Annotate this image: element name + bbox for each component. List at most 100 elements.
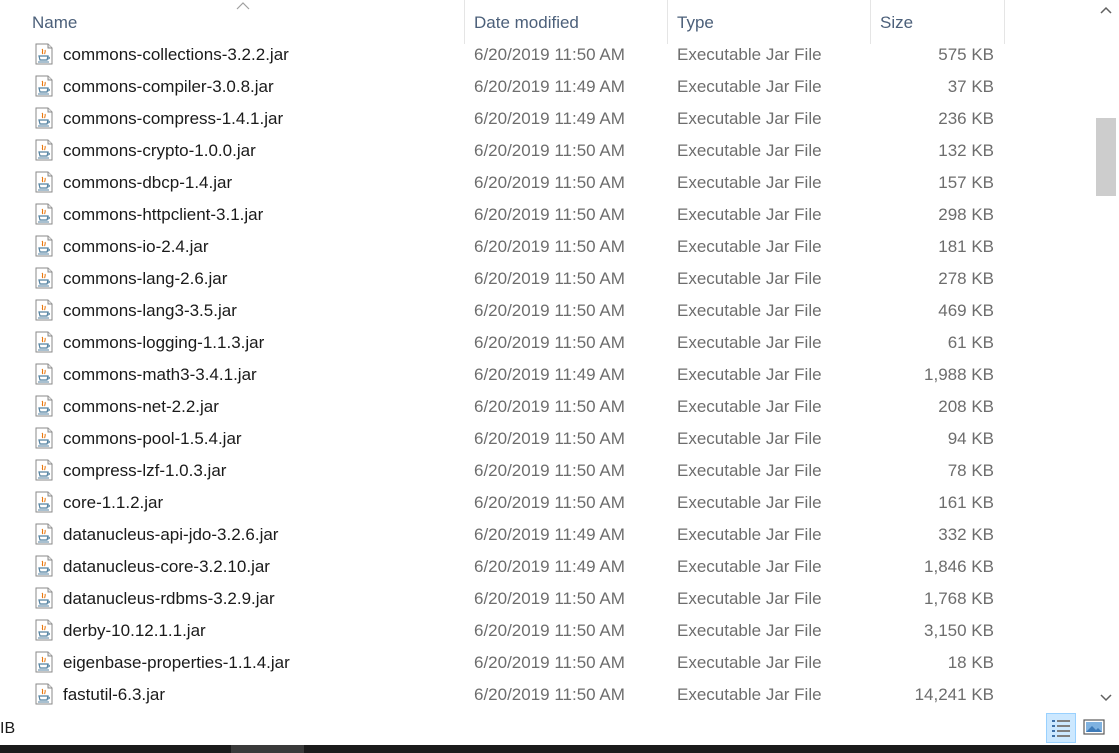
file-date-modified: 6/20/2019 11:50 AM xyxy=(474,173,625,192)
java-jar-icon xyxy=(35,395,53,417)
file-name: commons-crypto-1.0.0.jar xyxy=(63,141,256,160)
java-jar-icon xyxy=(35,459,53,481)
file-row[interactable]: commons-compress-1.4.1.jar 6/20/2019 11:… xyxy=(0,103,1093,135)
scroll-down-button[interactable] xyxy=(1093,688,1119,708)
java-jar-icon xyxy=(35,555,53,577)
file-date-modified: 6/20/2019 11:49 AM xyxy=(474,77,625,96)
java-jar-icon xyxy=(35,139,53,161)
file-name: compress-lzf-1.0.3.jar xyxy=(63,461,227,480)
file-row[interactable]: commons-logging-1.1.3.jar 6/20/2019 11:5… xyxy=(0,327,1093,359)
file-size: 1,846 KB xyxy=(924,557,994,576)
java-jar-icon xyxy=(35,43,53,65)
file-list: commons-collections-3.2.2.jar 6/20/2019 … xyxy=(0,39,1093,711)
java-jar-icon xyxy=(35,523,53,545)
file-type: Executable Jar File xyxy=(677,333,822,352)
file-size: 181 KB xyxy=(938,237,994,256)
java-jar-icon xyxy=(35,331,53,353)
file-row[interactable]: commons-collections-3.2.2.jar 6/20/2019 … xyxy=(0,39,1093,71)
file-date-modified: 6/20/2019 11:50 AM xyxy=(474,333,625,352)
scroll-up-button[interactable] xyxy=(1093,0,1119,20)
file-row[interactable]: commons-lang3-3.5.jar 6/20/2019 11:50 AM… xyxy=(0,295,1093,327)
column-header-type[interactable]: Type xyxy=(677,0,870,44)
file-type: Executable Jar File xyxy=(677,653,822,672)
taskbar-strip xyxy=(0,745,1119,753)
file-row[interactable]: commons-io-2.4.jar 6/20/2019 11:50 AM Ex… xyxy=(0,231,1093,263)
java-jar-icon xyxy=(35,203,53,225)
column-header-name[interactable]: Name xyxy=(32,0,464,44)
file-name: commons-math3-3.4.1.jar xyxy=(63,365,257,384)
java-jar-icon xyxy=(35,267,53,289)
file-row[interactable]: datanucleus-rdbms-3.2.9.jar 6/20/2019 11… xyxy=(0,583,1093,615)
file-row[interactable]: commons-net-2.2.jar 6/20/2019 11:50 AM E… xyxy=(0,391,1093,423)
file-row[interactable]: commons-math3-3.4.1.jar 6/20/2019 11:49 … xyxy=(0,359,1093,391)
file-date-modified: 6/20/2019 11:50 AM xyxy=(474,237,625,256)
file-row[interactable]: compress-lzf-1.0.3.jar 6/20/2019 11:50 A… xyxy=(0,455,1093,487)
file-type: Executable Jar File xyxy=(677,621,822,640)
file-name: commons-collections-3.2.2.jar xyxy=(63,45,289,64)
column-header-size[interactable]: Size xyxy=(880,0,1004,44)
file-row[interactable]: datanucleus-api-jdo-3.2.6.jar 6/20/2019 … xyxy=(0,519,1093,551)
file-row[interactable]: fastutil-6.3.jar 6/20/2019 11:50 AM Exec… xyxy=(0,679,1093,711)
file-type: Executable Jar File xyxy=(677,45,822,64)
file-date-modified: 6/20/2019 11:49 AM xyxy=(474,525,625,544)
file-date-modified: 6/20/2019 11:50 AM xyxy=(474,45,625,64)
file-name: commons-pool-1.5.4.jar xyxy=(63,429,242,448)
details-view-button[interactable] xyxy=(1046,713,1076,743)
file-type: Executable Jar File xyxy=(677,141,822,160)
taskbar-active-item[interactable] xyxy=(231,745,304,753)
file-name: commons-logging-1.1.3.jar xyxy=(63,333,265,352)
file-row[interactable]: eigenbase-properties-1.1.4.jar 6/20/2019… xyxy=(0,647,1093,679)
file-size: 332 KB xyxy=(938,525,994,544)
file-row[interactable]: commons-pool-1.5.4.jar 6/20/2019 11:50 A… xyxy=(0,423,1093,455)
file-type: Executable Jar File xyxy=(677,397,822,416)
java-jar-icon xyxy=(35,171,53,193)
file-row[interactable]: core-1.1.2.jar 6/20/2019 11:50 AM Execut… xyxy=(0,487,1093,519)
file-size: 94 KB xyxy=(947,429,994,448)
file-row[interactable]: commons-compiler-3.0.8.jar 6/20/2019 11:… xyxy=(0,71,1093,103)
file-date-modified: 6/20/2019 11:50 AM xyxy=(474,493,625,512)
file-date-modified: 6/20/2019 11:50 AM xyxy=(474,269,625,288)
large-icons-view-button[interactable] xyxy=(1080,713,1110,743)
file-name: core-1.1.2.jar xyxy=(63,493,164,512)
file-row[interactable]: commons-dbcp-1.4.jar 6/20/2019 11:50 AM … xyxy=(0,167,1093,199)
file-type: Executable Jar File xyxy=(677,685,822,704)
column-divider[interactable] xyxy=(870,0,871,44)
file-row[interactable]: commons-lang-2.6.jar 6/20/2019 11:50 AM … xyxy=(0,263,1093,295)
file-row[interactable]: datanucleus-core-3.2.10.jar 6/20/2019 11… xyxy=(0,551,1093,583)
scroll-thumb[interactable] xyxy=(1096,118,1116,196)
file-date-modified: 6/20/2019 11:50 AM xyxy=(474,397,625,416)
java-jar-icon xyxy=(35,491,53,513)
java-jar-icon xyxy=(35,427,53,449)
file-type: Executable Jar File xyxy=(677,173,822,192)
column-divider[interactable] xyxy=(464,0,465,44)
file-date-modified: 6/20/2019 11:50 AM xyxy=(474,685,625,704)
large-icons-view-icon xyxy=(1083,719,1105,735)
file-name: datanucleus-rdbms-3.2.9.jar xyxy=(63,589,275,608)
file-size: 469 KB xyxy=(938,301,994,320)
file-row[interactable]: commons-httpclient-3.1.jar 6/20/2019 11:… xyxy=(0,199,1093,231)
status-text: IB xyxy=(0,720,16,737)
file-size: 278 KB xyxy=(938,269,994,288)
column-header-date-modified[interactable]: Date modified xyxy=(474,0,667,44)
file-type: Executable Jar File xyxy=(677,589,822,608)
file-row[interactable]: commons-crypto-1.0.0.jar 6/20/2019 11:50… xyxy=(0,135,1093,167)
file-size: 575 KB xyxy=(938,45,994,64)
file-size: 1,768 KB xyxy=(924,589,994,608)
file-type: Executable Jar File xyxy=(677,429,822,448)
vertical-scrollbar[interactable] xyxy=(1093,0,1119,712)
column-header-bar: Name Date modified Type Size xyxy=(0,0,1093,44)
file-type: Executable Jar File xyxy=(677,77,822,96)
java-jar-icon xyxy=(35,683,53,705)
java-jar-icon xyxy=(35,235,53,257)
file-date-modified: 6/20/2019 11:50 AM xyxy=(474,653,625,672)
column-divider[interactable] xyxy=(1004,0,1005,44)
column-divider[interactable] xyxy=(667,0,668,44)
status-bar: IB xyxy=(0,712,1119,745)
file-size: 132 KB xyxy=(938,141,994,160)
chevron-up-icon xyxy=(1100,6,1112,14)
java-jar-icon xyxy=(35,107,53,129)
file-name: commons-httpclient-3.1.jar xyxy=(63,205,264,224)
file-row[interactable]: derby-10.12.1.1.jar 6/20/2019 11:50 AM E… xyxy=(0,615,1093,647)
file-name: commons-compiler-3.0.8.jar xyxy=(63,77,274,96)
file-type: Executable Jar File xyxy=(677,109,822,128)
